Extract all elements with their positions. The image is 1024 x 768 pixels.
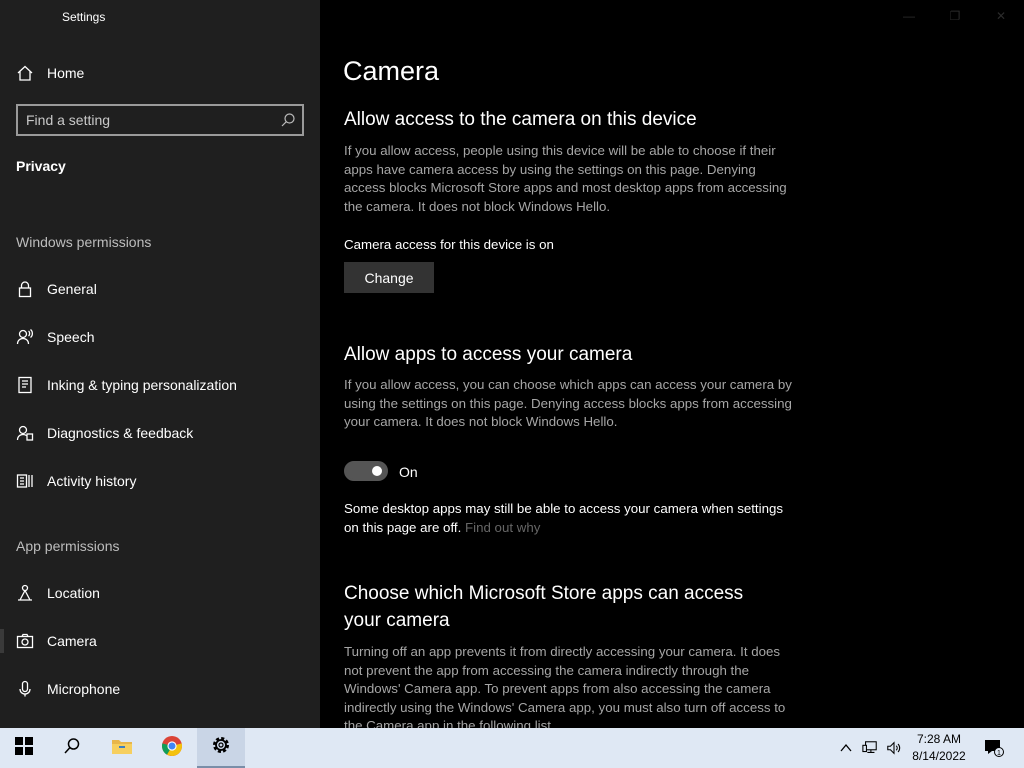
desktop-apps-note-text: Some desktop apps may still be able to a… [344,501,784,535]
chevron-up-icon[interactable] [838,740,854,756]
sidebar: Settings Home Privacy Windows permission… [0,0,320,728]
close-icon: ✕ [995,9,1007,23]
find-out-why-link[interactable]: Find out why [465,520,540,535]
sidebar-item-general[interactable]: General [0,269,320,309]
sidebar-item-label: Microphone [47,681,121,697]
start-button[interactable] [0,728,48,768]
sidebar-item-label: Camera [47,633,97,649]
sidebar-item-label: Home [47,65,85,81]
settings-taskbar-button[interactable] [197,728,245,768]
search-input[interactable] [26,111,276,129]
file-explorer-button[interactable] [98,728,146,768]
device-access-title: Allow access to the camera on this devic… [344,109,697,130]
store-apps-description: Turning off an app prevents it from dire… [344,644,786,728]
lock-icon [16,280,34,298]
sidebar-item-inking[interactable]: Inking & typing personalization [0,365,320,405]
sidebar-item-microphone[interactable]: Microphone [0,669,320,709]
notification-count: 1 [997,750,1001,757]
sidebar-item-label: Diagnostics & feedback [47,425,194,441]
maximize-button[interactable]: ❐ [932,0,978,32]
change-button[interactable]: Change [344,262,434,293]
sidebar-item-label: Activity history [47,473,137,489]
chrome-icon [161,735,183,762]
app-title: Settings [62,10,106,24]
sidebar-item-label: General [47,281,97,297]
notification-icon: 1 [985,740,1004,757]
privacy-heading: Privacy [16,158,66,174]
volume-icon[interactable] [886,740,902,756]
gear-icon [211,735,231,760]
window-controls: — ❐ ✕ [886,0,1024,32]
chrome-button[interactable] [148,728,196,768]
search-box[interactable] [16,104,304,136]
sidebar-item-label: Location [47,585,100,601]
clock-time: 7:28 AM [916,732,962,746]
desktop-apps-note: Some desktop apps may still be able to a… [344,500,784,537]
search-icon [63,737,81,760]
main-content: — ❐ ✕ Camera Allow access to the camera … [320,0,1024,728]
sidebar-item-speech[interactable]: Speech [0,317,320,357]
diagnostics-icon [16,424,34,442]
clock-date: 8/14/2022 [912,749,966,763]
close-button[interactable]: ✕ [978,0,1024,32]
sidebar-item-label: Inking & typing personalization [47,377,237,393]
sidebar-item-camera[interactable]: Camera [0,621,320,661]
sidebar-item-location[interactable]: Location [0,573,320,613]
speech-icon [16,328,34,346]
camera-icon [16,632,34,650]
taskbar-search-button[interactable] [48,728,96,768]
device-access-status: Camera access for this device is on [344,237,554,252]
app-permissions-heading: App permissions [16,538,120,554]
windows-logo-icon [15,736,33,760]
sidebar-item-activity-history[interactable]: Activity history [0,461,320,501]
minimize-icon: — [903,9,915,23]
apps-access-description: If you allow access, you can choose whic… [344,377,792,429]
home-icon [16,64,34,82]
action-center-button[interactable]: 1 [983,740,1005,757]
camera-access-toggle[interactable] [344,461,388,481]
apps-access-title: Allow apps to access your camera [344,344,633,365]
search-icon[interactable] [280,112,296,128]
toggle-knob [372,466,382,476]
clock[interactable]: 7:28 AM 8/14/2022 [908,731,970,765]
network-icon[interactable] [862,740,878,756]
windows-permissions-heading: Windows permissions [16,234,152,250]
sidebar-item-diagnostics[interactable]: Diagnostics & feedback [0,413,320,453]
page-title: Camera [343,56,440,86]
toggle-state-label: On [399,464,418,480]
microphone-icon [16,680,34,698]
store-apps-title: Choose which Microsoft Store apps can ac… [344,583,744,631]
location-icon [16,584,34,602]
folder-icon [111,737,133,760]
sidebar-item-home[interactable]: Home [0,53,320,93]
taskbar: 7:28 AM 8/14/2022 1 [0,728,1024,768]
device-access-description: If you allow access, people using this d… [344,143,787,214]
inking-icon [16,376,34,394]
sidebar-item-label: Speech [47,329,95,345]
minimize-button[interactable]: — [886,0,932,32]
restore-icon: ❐ [949,9,961,23]
activity-icon [16,472,34,490]
